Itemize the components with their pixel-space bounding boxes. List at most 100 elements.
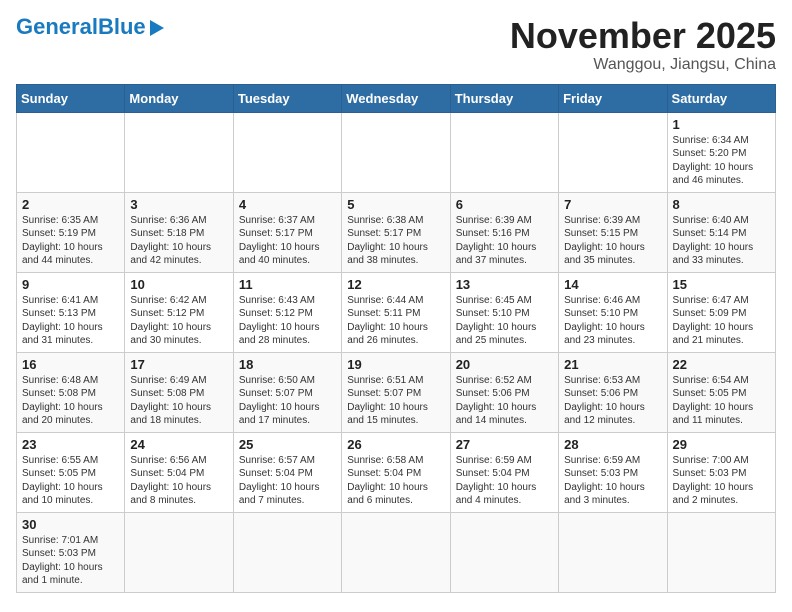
- calendar-day-cell: [233, 112, 341, 192]
- day-number: 27: [456, 437, 553, 452]
- weekday-header-row: SundayMondayTuesdayWednesdayThursdayFrid…: [17, 84, 776, 112]
- day-info: Sunrise: 6:48 AM Sunset: 5:08 PM Dayligh…: [22, 374, 119, 428]
- weekday-header-friday: Friday: [559, 84, 667, 112]
- calendar-table: SundayMondayTuesdayWednesdayThursdayFrid…: [16, 84, 776, 593]
- calendar-day-cell: 2 Sunrise: 6:35 AM Sunset: 5:19 PM Daylig…: [17, 192, 125, 272]
- day-number: 19: [347, 357, 444, 372]
- calendar-day-cell: 27 Sunrise: 6:59 AM Sunset: 5:04 PM Dayli…: [450, 432, 558, 512]
- location-title: Wanggou, Jiangsu, China: [510, 56, 776, 74]
- day-info: Sunrise: 6:35 AM Sunset: 5:19 PM Dayligh…: [22, 214, 119, 268]
- calendar-day-cell: 17 Sunrise: 6:49 AM Sunset: 5:08 PM Dayli…: [125, 352, 233, 432]
- calendar-week-row: 1Sunrise: 6:34 AM Sunset: 5:20 PM Daylig…: [17, 112, 776, 192]
- title-area: November 2025 Wanggou, Jiangsu, China: [510, 16, 776, 74]
- logo-triangle-icon: [150, 20, 164, 36]
- calendar-day-cell: 3Sunrise: 6:36 AM Sunset: 5:18 PM Daylig…: [125, 192, 233, 272]
- day-info: Sunrise: 6:41 AM Sunset: 5:13 PM Dayligh…: [22, 294, 119, 348]
- day-info: Sunrise: 6:43 AM Sunset: 5:12 PM Dayligh…: [239, 294, 336, 348]
- calendar-day-cell: 26 Sunrise: 6:58 AM Sunset: 5:04 PM Dayli…: [342, 432, 450, 512]
- day-info: Sunrise: 6:58 AM Sunset: 5:04 PM Dayligh…: [347, 454, 444, 508]
- calendar-day-cell: 22 Sunrise: 6:54 AM Sunset: 5:05 PM Dayli…: [667, 352, 775, 432]
- calendar-day-cell: [667, 512, 775, 592]
- calendar-day-cell: 1Sunrise: 6:34 AM Sunset: 5:20 PM Daylig…: [667, 112, 775, 192]
- day-number: 4: [239, 197, 336, 212]
- day-number: 17: [130, 357, 227, 372]
- day-info: Sunrise: 6:38 AM Sunset: 5:17 PM Dayligh…: [347, 214, 444, 268]
- day-info: Sunrise: 6:39 AM Sunset: 5:16 PM Dayligh…: [456, 214, 553, 268]
- calendar-day-cell: 20Sunrise: 6:52 AM Sunset: 5:06 PM Dayli…: [450, 352, 558, 432]
- calendar-day-cell: 28Sunrise: 6:59 AM Sunset: 5:03 PM Dayli…: [559, 432, 667, 512]
- day-info: Sunrise: 6:42 AM Sunset: 5:12 PM Dayligh…: [130, 294, 227, 348]
- calendar-day-cell: 12 Sunrise: 6:44 AM Sunset: 5:11 PM Dayli…: [342, 272, 450, 352]
- day-number: 8: [673, 197, 770, 212]
- calendar-day-cell: [450, 512, 558, 592]
- day-number: 25: [239, 437, 336, 452]
- day-info: Sunrise: 6:49 AM Sunset: 5:08 PM Dayligh…: [130, 374, 227, 428]
- calendar-day-cell: 15 Sunrise: 6:47 AM Sunset: 5:09 PM Dayli…: [667, 272, 775, 352]
- calendar-day-cell: 21Sunrise: 6:53 AM Sunset: 5:06 PM Dayli…: [559, 352, 667, 432]
- calendar-day-cell: [125, 512, 233, 592]
- calendar-day-cell: [559, 112, 667, 192]
- calendar-week-row: 23Sunrise: 6:55 AM Sunset: 5:05 PM Dayli…: [17, 432, 776, 512]
- weekday-header-wednesday: Wednesday: [342, 84, 450, 112]
- calendar-day-cell: 8 Sunrise: 6:40 AM Sunset: 5:14 PM Daylig…: [667, 192, 775, 272]
- day-number: 15: [673, 277, 770, 292]
- calendar-day-cell: 19Sunrise: 6:51 AM Sunset: 5:07 PM Dayli…: [342, 352, 450, 432]
- calendar-day-cell: 11Sunrise: 6:43 AM Sunset: 5:12 PM Dayli…: [233, 272, 341, 352]
- day-info: Sunrise: 6:54 AM Sunset: 5:05 PM Dayligh…: [673, 374, 770, 428]
- day-number: 2: [22, 197, 119, 212]
- calendar-day-cell: 7Sunrise: 6:39 AM Sunset: 5:15 PM Daylig…: [559, 192, 667, 272]
- day-number: 6: [456, 197, 553, 212]
- calendar-day-cell: 13Sunrise: 6:45 AM Sunset: 5:10 PM Dayli…: [450, 272, 558, 352]
- calendar-day-cell: [125, 112, 233, 192]
- day-number: 12: [347, 277, 444, 292]
- calendar-week-row: 16 Sunrise: 6:48 AM Sunset: 5:08 PM Dayli…: [17, 352, 776, 432]
- calendar-week-row: 30Sunrise: 7:01 AM Sunset: 5:03 PM Dayli…: [17, 512, 776, 592]
- day-number: 16: [22, 357, 119, 372]
- calendar-day-cell: [342, 112, 450, 192]
- weekday-header-thursday: Thursday: [450, 84, 558, 112]
- weekday-header-tuesday: Tuesday: [233, 84, 341, 112]
- day-number: 14: [564, 277, 661, 292]
- calendar-day-cell: 29 Sunrise: 7:00 AM Sunset: 5:03 PM Dayli…: [667, 432, 775, 512]
- day-info: Sunrise: 6:59 AM Sunset: 5:04 PM Dayligh…: [456, 454, 553, 508]
- calendar-day-cell: 10 Sunrise: 6:42 AM Sunset: 5:12 PM Dayli…: [125, 272, 233, 352]
- day-info: Sunrise: 6:44 AM Sunset: 5:11 PM Dayligh…: [347, 294, 444, 348]
- calendar-day-cell: 23Sunrise: 6:55 AM Sunset: 5:05 PM Dayli…: [17, 432, 125, 512]
- day-number: 3: [130, 197, 227, 212]
- weekday-header-monday: Monday: [125, 84, 233, 112]
- month-title: November 2025: [510, 16, 776, 56]
- day-number: 7: [564, 197, 661, 212]
- day-info: Sunrise: 6:40 AM Sunset: 5:14 PM Dayligh…: [673, 214, 770, 268]
- day-info: Sunrise: 6:47 AM Sunset: 5:09 PM Dayligh…: [673, 294, 770, 348]
- day-info: Sunrise: 6:34 AM Sunset: 5:20 PM Dayligh…: [673, 134, 770, 188]
- calendar-day-cell: [17, 112, 125, 192]
- day-number: 5: [347, 197, 444, 212]
- calendar-week-row: 2 Sunrise: 6:35 AM Sunset: 5:19 PM Daylig…: [17, 192, 776, 272]
- logo: GeneralBlue: [16, 16, 164, 38]
- calendar-day-cell: 9 Sunrise: 6:41 AM Sunset: 5:13 PM Daylig…: [17, 272, 125, 352]
- day-number: 22: [673, 357, 770, 372]
- day-info: Sunrise: 6:50 AM Sunset: 5:07 PM Dayligh…: [239, 374, 336, 428]
- day-number: 26: [347, 437, 444, 452]
- day-number: 29: [673, 437, 770, 452]
- header: GeneralBlue November 2025 Wanggou, Jiang…: [16, 16, 776, 74]
- day-number: 30: [22, 517, 119, 532]
- day-number: 13: [456, 277, 553, 292]
- calendar-day-cell: 14 Sunrise: 6:46 AM Sunset: 5:10 PM Dayli…: [559, 272, 667, 352]
- day-info: Sunrise: 6:46 AM Sunset: 5:10 PM Dayligh…: [564, 294, 661, 348]
- day-info: Sunrise: 6:59 AM Sunset: 5:03 PM Dayligh…: [564, 454, 661, 508]
- calendar-day-cell: [559, 512, 667, 592]
- logo-text: GeneralBlue: [16, 16, 146, 38]
- day-info: Sunrise: 6:37 AM Sunset: 5:17 PM Dayligh…: [239, 214, 336, 268]
- calendar-day-cell: 30Sunrise: 7:01 AM Sunset: 5:03 PM Dayli…: [17, 512, 125, 592]
- calendar-day-cell: [233, 512, 341, 592]
- calendar-day-cell: [342, 512, 450, 592]
- day-number: 9: [22, 277, 119, 292]
- weekday-header-saturday: Saturday: [667, 84, 775, 112]
- calendar-day-cell: 25Sunrise: 6:57 AM Sunset: 5:04 PM Dayli…: [233, 432, 341, 512]
- day-info: Sunrise: 7:00 AM Sunset: 5:03 PM Dayligh…: [673, 454, 770, 508]
- day-number: 10: [130, 277, 227, 292]
- calendar-day-cell: 16 Sunrise: 6:48 AM Sunset: 5:08 PM Dayli…: [17, 352, 125, 432]
- calendar-day-cell: 5 Sunrise: 6:38 AM Sunset: 5:17 PM Daylig…: [342, 192, 450, 272]
- day-number: 21: [564, 357, 661, 372]
